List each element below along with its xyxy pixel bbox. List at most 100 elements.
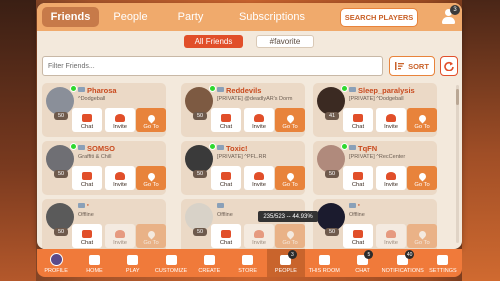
friend-card[interactable]: 50 Toxic! [PRIVATE] ^PFL.RR Chat Invite Go To: [181, 141, 305, 195]
chat-button[interactable]: Chat: [343, 166, 373, 190]
chat-button[interactable]: Chat: [343, 108, 373, 132]
friend-card[interactable]: 50 Offline Chat Invite Go To: [181, 199, 305, 249]
filter-friends-input[interactable]: Filter Friends...: [42, 56, 383, 76]
avatar[interactable]: [317, 145, 345, 173]
gear-icon: [437, 255, 449, 265]
avatar[interactable]: [185, 203, 213, 231]
friend-card[interactable]: 41 Sleep_paralysis [PRIVATE] ^Dodgeball Cha…: [313, 83, 437, 137]
chat-button[interactable]: Chat: [72, 224, 102, 248]
goto-button[interactable]: Go To: [136, 108, 166, 132]
tab-subscriptions[interactable]: Subscriptions: [223, 7, 321, 27]
invite-button-label: Invite: [113, 182, 127, 188]
nav-badge: 3: [287, 250, 297, 259]
invite-icon: [115, 172, 125, 180]
nav-people[interactable]: PEOPLE 3: [266, 249, 306, 277]
friend-card[interactable]: 50 SOMSO Graffiti & Chill Chat Invite Go To: [42, 141, 166, 195]
tab-party[interactable]: Party: [167, 7, 214, 27]
nav-customize[interactable]: CUSTOMIZE: [152, 249, 190, 277]
chat-button[interactable]: Chat: [72, 108, 102, 132]
invite-button[interactable]: Invite: [376, 108, 406, 132]
nav-store[interactable]: STORE: [228, 249, 266, 277]
invite-button[interactable]: Invite: [105, 224, 135, 248]
avatar[interactable]: [46, 87, 74, 115]
chat-button-label: Chat: [351, 240, 365, 246]
sort-label: SORT: [408, 61, 429, 71]
invite-button-label: Invite: [252, 182, 266, 188]
nav-profile[interactable]: PROFILE: [37, 249, 75, 277]
goto-button-label: Go To: [282, 182, 298, 188]
location-pin-icon: [285, 229, 295, 240]
goto-button[interactable]: Go To: [407, 224, 437, 248]
friend-card[interactable]: 50 Pharosa ^Dodgeball Chat Invite Go To: [42, 83, 166, 137]
invite-button[interactable]: Invite: [376, 224, 406, 248]
location-pin-icon: [417, 229, 427, 240]
chip-all-friends[interactable]: All Friends: [184, 35, 243, 48]
goto-button[interactable]: Go To: [275, 166, 305, 190]
online-indicator: [70, 85, 77, 92]
tab-people[interactable]: People: [105, 7, 156, 27]
chat-button-label: Chat: [80, 182, 94, 188]
goto-button[interactable]: Go To: [407, 166, 437, 190]
goto-button[interactable]: Go To: [407, 108, 437, 132]
friend-name: SOMSO: [87, 144, 115, 153]
avatar[interactable]: [317, 87, 345, 115]
chat-icon: [82, 230, 92, 238]
avatar[interactable]: [46, 145, 74, 173]
list-scrollbar[interactable]: [456, 85, 459, 243]
goto-button-label: Go To: [143, 240, 159, 246]
nav-play[interactable]: PLAY: [114, 249, 152, 277]
chat-button[interactable]: Chat: [72, 166, 102, 190]
chat-button[interactable]: Chat: [211, 166, 241, 190]
avatar[interactable]: [46, 203, 74, 231]
friend-requests-button[interactable]: 3: [441, 5, 460, 25]
avatar[interactable]: [317, 203, 345, 231]
chat-icon: [221, 114, 231, 122]
store-icon: [242, 255, 254, 265]
invite-button[interactable]: Invite: [105, 108, 135, 132]
level-badge: 50: [54, 112, 68, 120]
level-badge: 50: [54, 170, 68, 178]
hammer-icon: [203, 255, 215, 265]
level-badge: 50: [193, 228, 207, 236]
invite-button[interactable]: Invite: [244, 224, 274, 248]
people-panel: Friends People Party Subscriptions SEARC…: [37, 3, 462, 249]
chat-button[interactable]: Chat: [211, 224, 241, 248]
chat-button[interactable]: Chat: [343, 224, 373, 248]
nav-settings[interactable]: SETTINGS: [424, 249, 462, 277]
invite-button[interactable]: Invite: [244, 108, 274, 132]
goto-button[interactable]: Go To: [136, 166, 166, 190]
avatar[interactable]: [185, 145, 213, 173]
nav-label: SETTINGS: [429, 268, 457, 274]
nav-this-room[interactable]: THIS ROOM: [305, 249, 343, 277]
location-pin-icon: [146, 229, 156, 240]
friend-card[interactable]: 50 TqFN [PRIVATE] ^RecCenter Chat Invite Go T…: [313, 141, 437, 195]
search-players-button[interactable]: SEARCH PLAYERS: [340, 8, 418, 27]
sort-button[interactable]: SORT: [389, 56, 435, 76]
level-badge: 50: [325, 228, 339, 236]
location-pin-icon: [417, 113, 427, 124]
invite-button[interactable]: Invite: [105, 166, 135, 190]
invite-button[interactable]: Invite: [244, 166, 274, 190]
nav-create[interactable]: CREATE: [190, 249, 228, 277]
tab-friends[interactable]: Friends: [42, 7, 99, 27]
nav-home[interactable]: HOME: [75, 249, 113, 277]
goto-button-label: Go To: [414, 240, 430, 246]
goto-button[interactable]: Go To: [275, 108, 305, 132]
avatar[interactable]: [185, 87, 213, 115]
friend-card[interactable]: 50 ' Offline Chat Invite Go To: [313, 199, 437, 249]
level-badge: 41: [325, 112, 339, 120]
friend-card[interactable]: 50 ' Offline Chat Invite Go To: [42, 199, 166, 249]
invite-button[interactable]: Invite: [376, 166, 406, 190]
location-pin-icon: [417, 171, 427, 182]
nav-chat[interactable]: CHAT 5: [343, 249, 381, 277]
invite-button-label: Invite: [252, 240, 266, 246]
chat-button[interactable]: Chat: [211, 108, 241, 132]
goto-button[interactable]: Go To: [275, 224, 305, 248]
friend-status: [PRIVATE] ^Dodgeball: [349, 96, 404, 102]
goto-button[interactable]: Go To: [136, 224, 166, 248]
chip-favorite[interactable]: #favorite: [256, 35, 314, 48]
refresh-button[interactable]: [440, 56, 458, 76]
friend-name: Sleep_paralysis: [358, 86, 415, 95]
friend-card[interactable]: 50 Reddevils [PRIVATE] @deadlyAR's Dorm Cha…: [181, 83, 305, 137]
nav-notifications[interactable]: NOTIFICATIONS 40: [382, 249, 424, 277]
